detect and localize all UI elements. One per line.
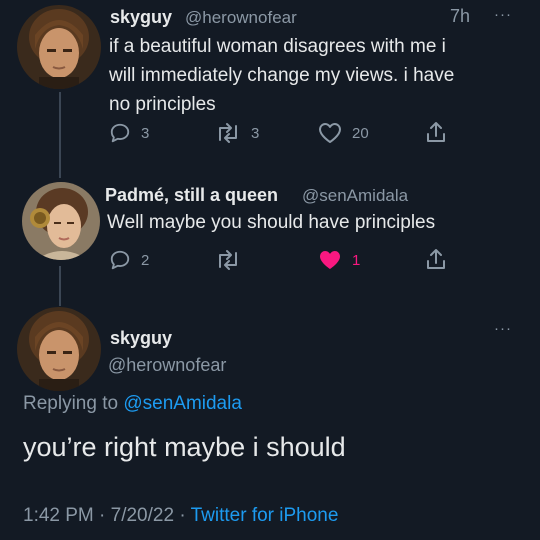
thread-line xyxy=(59,266,61,306)
username[interactable]: @herownofear xyxy=(185,8,297,28)
reply-count: 2 xyxy=(141,251,150,269)
heart-icon xyxy=(319,123,341,143)
more-options-icon[interactable]: ··· xyxy=(494,6,512,23)
reply-icon xyxy=(110,123,130,143)
retweet-button[interactable] xyxy=(215,249,241,271)
like-button[interactable]: 20 xyxy=(318,122,369,144)
tweet-text: you’re right maybe i should xyxy=(23,432,346,462)
share-icon xyxy=(427,249,445,269)
reply-button[interactable]: 2 xyxy=(109,249,149,271)
username[interactable]: @senAmidala xyxy=(302,186,408,206)
reply-icon xyxy=(110,250,130,270)
like-count: 20 xyxy=(352,124,369,142)
share-icon xyxy=(427,122,445,142)
display-name[interactable]: Padmé, still a queen xyxy=(105,185,278,206)
tweet-text: Well maybe you should have principles xyxy=(107,212,436,233)
tweet-text-line: if a beautiful woman disagrees with me i xyxy=(109,36,446,57)
share-button[interactable] xyxy=(425,120,447,144)
retweet-count: 3 xyxy=(251,124,260,142)
heart-filled-icon xyxy=(320,251,340,269)
post-timestamp[interactable]: 1:42 PM · 7/20/22 · xyxy=(23,505,186,526)
retweet-button[interactable]: 3 xyxy=(215,122,259,144)
share-button[interactable] xyxy=(425,247,447,271)
like-button[interactable]: 1 xyxy=(318,249,360,271)
replying-to-label: Replying to xyxy=(23,393,119,414)
reply-count: 3 xyxy=(141,124,150,142)
retweet-icon xyxy=(219,250,237,270)
timestamp[interactable]: 7h xyxy=(450,6,470,27)
tweet-text: if a beautiful woman disagrees with me i… xyxy=(109,32,529,119)
retweet-icon xyxy=(219,123,237,143)
avatar[interactable] xyxy=(22,182,100,260)
avatar[interactable] xyxy=(17,5,101,89)
thread-line xyxy=(59,92,61,178)
replying-to-handle[interactable]: @senAmidala xyxy=(123,393,242,414)
avatar[interactable] xyxy=(17,307,101,391)
replying-to: Replying to @senAmidala xyxy=(23,393,242,415)
tweet-text-line: will immediately change my views. i have xyxy=(109,65,455,86)
like-count: 1 xyxy=(352,251,361,269)
display-name[interactable]: skyguy xyxy=(110,328,172,349)
more-options-icon[interactable]: ··· xyxy=(494,320,512,337)
reply-button[interactable]: 3 xyxy=(109,122,149,144)
tweet-meta: 1:42 PM · 7/20/22 · Twitter for iPhone xyxy=(23,505,338,527)
tweet-text-line: no principles xyxy=(109,94,216,115)
display-name[interactable]: skyguy xyxy=(110,7,172,28)
username[interactable]: @herownofear xyxy=(108,355,226,376)
tweet-source[interactable]: Twitter for iPhone xyxy=(191,505,339,526)
